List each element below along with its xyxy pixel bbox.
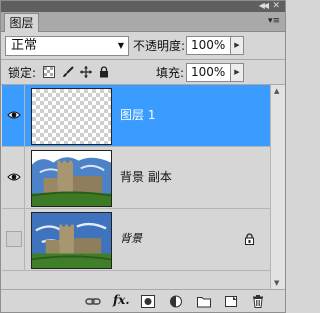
- layer-thumbnail-castle: [31, 212, 112, 269]
- layer-name[interactable]: 图层 1: [120, 108, 155, 122]
- opacity-stepper-button[interactable]: ▶: [230, 36, 244, 55]
- blend-mode-value: 正常: [11, 38, 38, 53]
- add-mask-icon[interactable]: [141, 295, 155, 308]
- layer-name[interactable]: 背景: [120, 232, 142, 246]
- scroll-down-icon[interactable]: ▼: [274, 279, 279, 287]
- fill-label: 填充:: [156, 66, 185, 80]
- visibility-cell[interactable]: [2, 85, 25, 147]
- layer-row-background[interactable]: 背景: [2, 209, 270, 271]
- lock-transparent-icon[interactable]: [43, 66, 55, 78]
- chevron-down-icon: ▼: [117, 41, 124, 50]
- layer-row-background-copy[interactable]: 背景 副本: [2, 147, 270, 209]
- layer-thumbnail-transparent: [31, 88, 112, 145]
- lock-image-brush-icon[interactable]: [62, 66, 74, 78]
- fx-layer-style-icon[interactable]: fx.: [113, 293, 133, 307]
- new-layer-icon[interactable]: [224, 295, 238, 308]
- window-title-strip: ◀◀ ✕: [1, 1, 285, 12]
- lock-all-padlock-icon[interactable]: [98, 66, 110, 78]
- layer-row-layer-1[interactable]: 图层 1: [2, 85, 270, 147]
- fill-field[interactable]: 100%: [186, 63, 232, 82]
- layers-list: 图层 1 背景 副本 背景: [2, 85, 270, 289]
- tab-layers[interactable]: 图层: [4, 13, 39, 32]
- layer-lock-icon: [245, 233, 254, 245]
- new-group-folder-icon[interactable]: [197, 295, 211, 308]
- link-layers-icon[interactable]: [85, 295, 101, 308]
- collapse-icon[interactable]: ◀◀: [259, 1, 269, 11]
- layers-panel: ◀◀ ✕ 图层 ▾≡ 正常 ▼ 不透明度: 100% ▶ 锁定: 填充: 100…: [0, 0, 286, 313]
- layer-thumbnail-castle: [31, 150, 112, 207]
- layers-scrollbar[interactable]: ▲ ▼: [270, 85, 285, 289]
- visibility-cell[interactable]: [2, 209, 25, 271]
- divider: [1, 59, 285, 60]
- tab-bar: 图层 ▾≡: [1, 12, 285, 32]
- eye-icon[interactable]: [7, 108, 21, 122]
- panel-menu-icon[interactable]: ▾≡: [268, 15, 280, 27]
- visibility-off-box[interactable]: [6, 231, 22, 247]
- trash-icon[interactable]: [251, 295, 265, 308]
- layer-name[interactable]: 背景 副本: [120, 170, 172, 184]
- opacity-label: 不透明度:: [133, 39, 186, 53]
- lock-position-move-icon[interactable]: [80, 66, 92, 78]
- bottom-toolbar: fx.: [1, 289, 285, 312]
- adjustment-layer-icon[interactable]: [169, 295, 183, 308]
- scroll-up-icon[interactable]: ▲: [274, 87, 279, 95]
- eye-icon[interactable]: [7, 170, 21, 184]
- fill-stepper-button[interactable]: ▶: [230, 63, 244, 82]
- visibility-cell[interactable]: [2, 147, 25, 209]
- close-icon[interactable]: ✕: [272, 1, 280, 11]
- opacity-field[interactable]: 100%: [186, 36, 232, 55]
- lock-label: 锁定:: [8, 66, 37, 80]
- blend-mode-select[interactable]: 正常 ▼: [5, 36, 129, 56]
